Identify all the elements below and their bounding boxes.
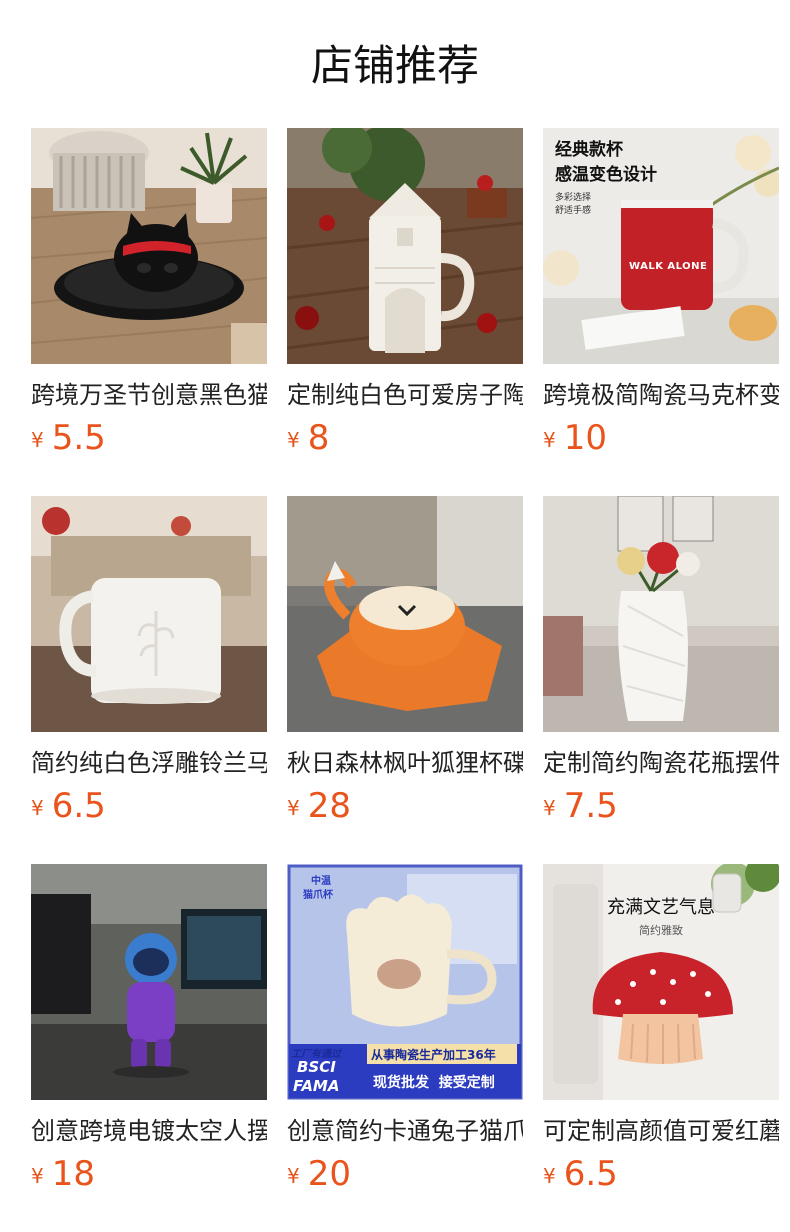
product-image-color-mug[interactable]: 经典款杯 感温变色设计 多彩选择 舒适手感 WALK ALONE xyxy=(543,128,779,364)
mug-print-text: WALK ALONE xyxy=(629,261,708,272)
price-value: 28 xyxy=(307,786,351,826)
product-price: ¥5.5 xyxy=(31,418,267,458)
overlay-note-1: 多彩选择 xyxy=(555,193,592,203)
product-image-cat-ashtray[interactable] xyxy=(31,128,267,364)
product-card[interactable]: 中温 猫爪杯 工厂有通过 从事陶瓷生产加工36年 BSCI FAMA 现货批发 … xyxy=(287,864,523,1194)
overlay-subheadline: 感温变色设计 xyxy=(555,165,657,185)
product-name[interactable]: 创意跨境电镀太空人摆件 xyxy=(31,1114,267,1148)
overlay-bsci: BSCI xyxy=(297,1058,336,1076)
product-card[interactable]: 跨境万圣节创意黑色猫咪陶瓷烟灰缸 ¥5.5 xyxy=(31,128,267,458)
overlay-fama: FAMA xyxy=(293,1077,340,1095)
overlay-subheadline: 简约雅致 xyxy=(639,924,683,937)
product-name[interactable]: 跨境极简陶瓷马克杯变色杯 xyxy=(543,378,779,412)
product-price: ¥8 xyxy=(287,418,523,458)
product-card[interactable]: 秋日森林枫叶狐狸杯碟套装 ¥28 xyxy=(287,496,523,826)
price-value: 8 xyxy=(307,418,330,458)
product-price: ¥28 xyxy=(287,786,523,826)
product-price: ¥6.5 xyxy=(31,786,267,826)
product-name[interactable]: 定制纯白色可爱房子陶瓷马克杯 xyxy=(287,378,523,412)
product-card[interactable]: 创意跨境电镀太空人摆件 ¥18 xyxy=(31,864,267,1194)
product-card[interactable]: 充满文艺气息 简约雅致 可定制高颜值可爱红蘑菇陶瓷盘 ¥6.5 xyxy=(543,864,779,1194)
currency-symbol: ¥ xyxy=(543,1164,556,1188)
product-name[interactable]: 定制简约陶瓷花瓶摆件 xyxy=(543,746,779,780)
product-card[interactable]: 定制纯白色可爱房子陶瓷马克杯 ¥8 xyxy=(287,128,523,458)
product-name[interactable]: 跨境万圣节创意黑色猫咪陶瓷烟灰缸 xyxy=(31,378,267,412)
product-card[interactable]: 定制简约陶瓷花瓶摆件 ¥7.5 xyxy=(543,496,779,826)
product-card[interactable]: 简约纯白色浮雕铃兰马克杯 ¥6.5 xyxy=(31,496,267,826)
product-image-vase[interactable] xyxy=(543,496,779,732)
currency-symbol: ¥ xyxy=(31,428,44,452)
price-value: 10 xyxy=(563,418,607,458)
currency-symbol: ¥ xyxy=(543,796,556,820)
price-value: 6.5 xyxy=(51,786,106,826)
overlay-tag-temp: 中温 xyxy=(311,876,331,887)
overlay-note-2: 舒适手感 xyxy=(555,206,592,216)
product-image-cat-paw-cup[interactable]: 中温 猫爪杯 工厂有通过 从事陶瓷生产加工36年 BSCI FAMA 现货批发 … xyxy=(287,864,523,1100)
currency-symbol: ¥ xyxy=(287,1164,300,1188)
overlay-banner: 从事陶瓷生产加工36年 xyxy=(371,1048,496,1062)
price-value: 18 xyxy=(51,1154,95,1194)
price-value: 7.5 xyxy=(563,786,618,826)
currency-symbol: ¥ xyxy=(31,796,44,820)
price-value: 6.5 xyxy=(563,1154,618,1194)
currency-symbol: ¥ xyxy=(543,428,556,452)
product-image-fox-cup[interactable] xyxy=(287,496,523,732)
product-card[interactable]: 经典款杯 感温变色设计 多彩选择 舒适手感 WALK ALONE 跨境极简陶瓷马… xyxy=(543,128,779,458)
product-name[interactable]: 简约纯白色浮雕铃兰马克杯 xyxy=(31,746,267,780)
page-title: 店铺推荐 xyxy=(310,41,479,90)
price-value: 20 xyxy=(307,1154,351,1194)
product-image-house-mug[interactable] xyxy=(287,128,523,364)
overlay-tag-catpaw: 猫爪杯 xyxy=(303,890,333,901)
product-price: ¥7.5 xyxy=(543,786,779,826)
currency-symbol: ¥ xyxy=(287,428,300,452)
currency-symbol: ¥ xyxy=(31,1164,44,1188)
product-name[interactable]: 秋日森林枫叶狐狸杯碟套装 xyxy=(287,746,523,780)
product-image-mushroom-plate[interactable]: 充满文艺气息 简约雅致 xyxy=(543,864,779,1100)
product-image-astronaut[interactable] xyxy=(31,864,267,1100)
overlay-headline: 经典款杯 xyxy=(555,140,623,160)
product-price: ¥6.5 xyxy=(543,1154,779,1194)
product-price: ¥20 xyxy=(287,1154,523,1194)
price-value: 5.5 xyxy=(51,418,106,458)
product-name[interactable]: 创意简约卡通兔子猫爪杯 xyxy=(287,1114,523,1148)
product-image-lily-mug[interactable] xyxy=(31,496,267,732)
overlay-headline: 充满文艺气息 xyxy=(607,897,715,918)
currency-symbol: ¥ xyxy=(287,796,300,820)
product-price: ¥10 xyxy=(543,418,779,458)
overlay-cta: 现货批发 接受定制 xyxy=(373,1075,495,1091)
product-price: ¥18 xyxy=(31,1154,267,1194)
product-name[interactable]: 可定制高颜值可爱红蘑菇陶瓷盘 xyxy=(543,1114,779,1148)
